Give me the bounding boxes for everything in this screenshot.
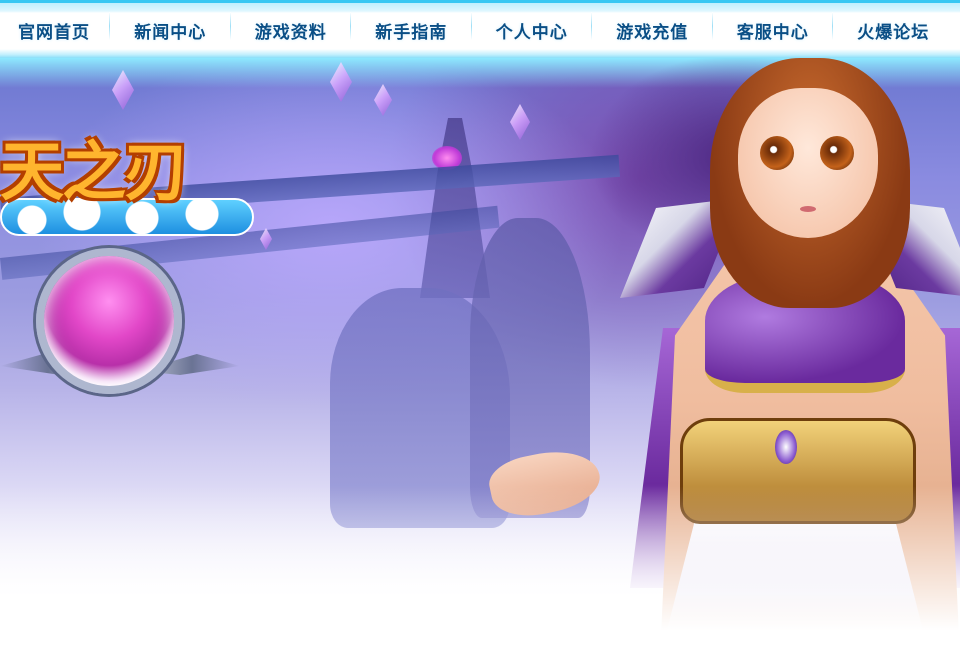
nav-item-news[interactable]: 新闻中心: [110, 12, 231, 43]
nav-item-beginner-guide[interactable]: 新手指南: [351, 12, 472, 43]
nav-item-label: 新闻中心: [134, 23, 207, 43]
nav-item-game-info[interactable]: 游戏资料: [231, 12, 351, 43]
top-nav-bar: 官网首页 新闻中心 游戏资料 新手指南 个人中心 游戏充值 客服中心 火爆论坛: [0, 0, 960, 58]
floating-crystal: [374, 84, 392, 116]
nav-item-label: 游戏资料: [254, 23, 327, 43]
nav-item-label: 火爆论坛: [857, 23, 930, 43]
pink-orb-button[interactable]: [36, 248, 182, 394]
nav-item-recharge[interactable]: 游戏充值: [592, 12, 713, 43]
game-logo[interactable]: 天之刃: [0, 128, 254, 238]
logo-title: 天之刃: [0, 136, 188, 210]
character-face: [738, 88, 878, 238]
nav-list: 官网首页 新闻中心 游戏资料 新手指南 个人中心 游戏充值 客服中心 火爆论坛: [0, 3, 960, 58]
character-mouth: [800, 206, 816, 212]
nav-item-label: 游戏充值: [616, 23, 689, 43]
nav-item-personal-center[interactable]: 个人中心: [472, 12, 592, 43]
nav-item-customer-service[interactable]: 客服中心: [713, 12, 833, 43]
belt-gem: [775, 430, 797, 464]
character-eye: [760, 136, 794, 170]
nav-item-forum[interactable]: 火爆论坛: [833, 18, 954, 43]
nav-item-label: 个人中心: [495, 23, 568, 43]
nav-item-label: 客服中心: [736, 23, 809, 43]
character-eye: [820, 136, 854, 170]
hero-banner: 天之刃: [0, 58, 960, 656]
nav-item-label: 官网首页: [18, 23, 90, 43]
banner-fade: [0, 486, 960, 656]
nav-item-label: 新手指南: [375, 23, 448, 43]
nav-item-home[interactable]: 官网首页: [0, 12, 110, 43]
